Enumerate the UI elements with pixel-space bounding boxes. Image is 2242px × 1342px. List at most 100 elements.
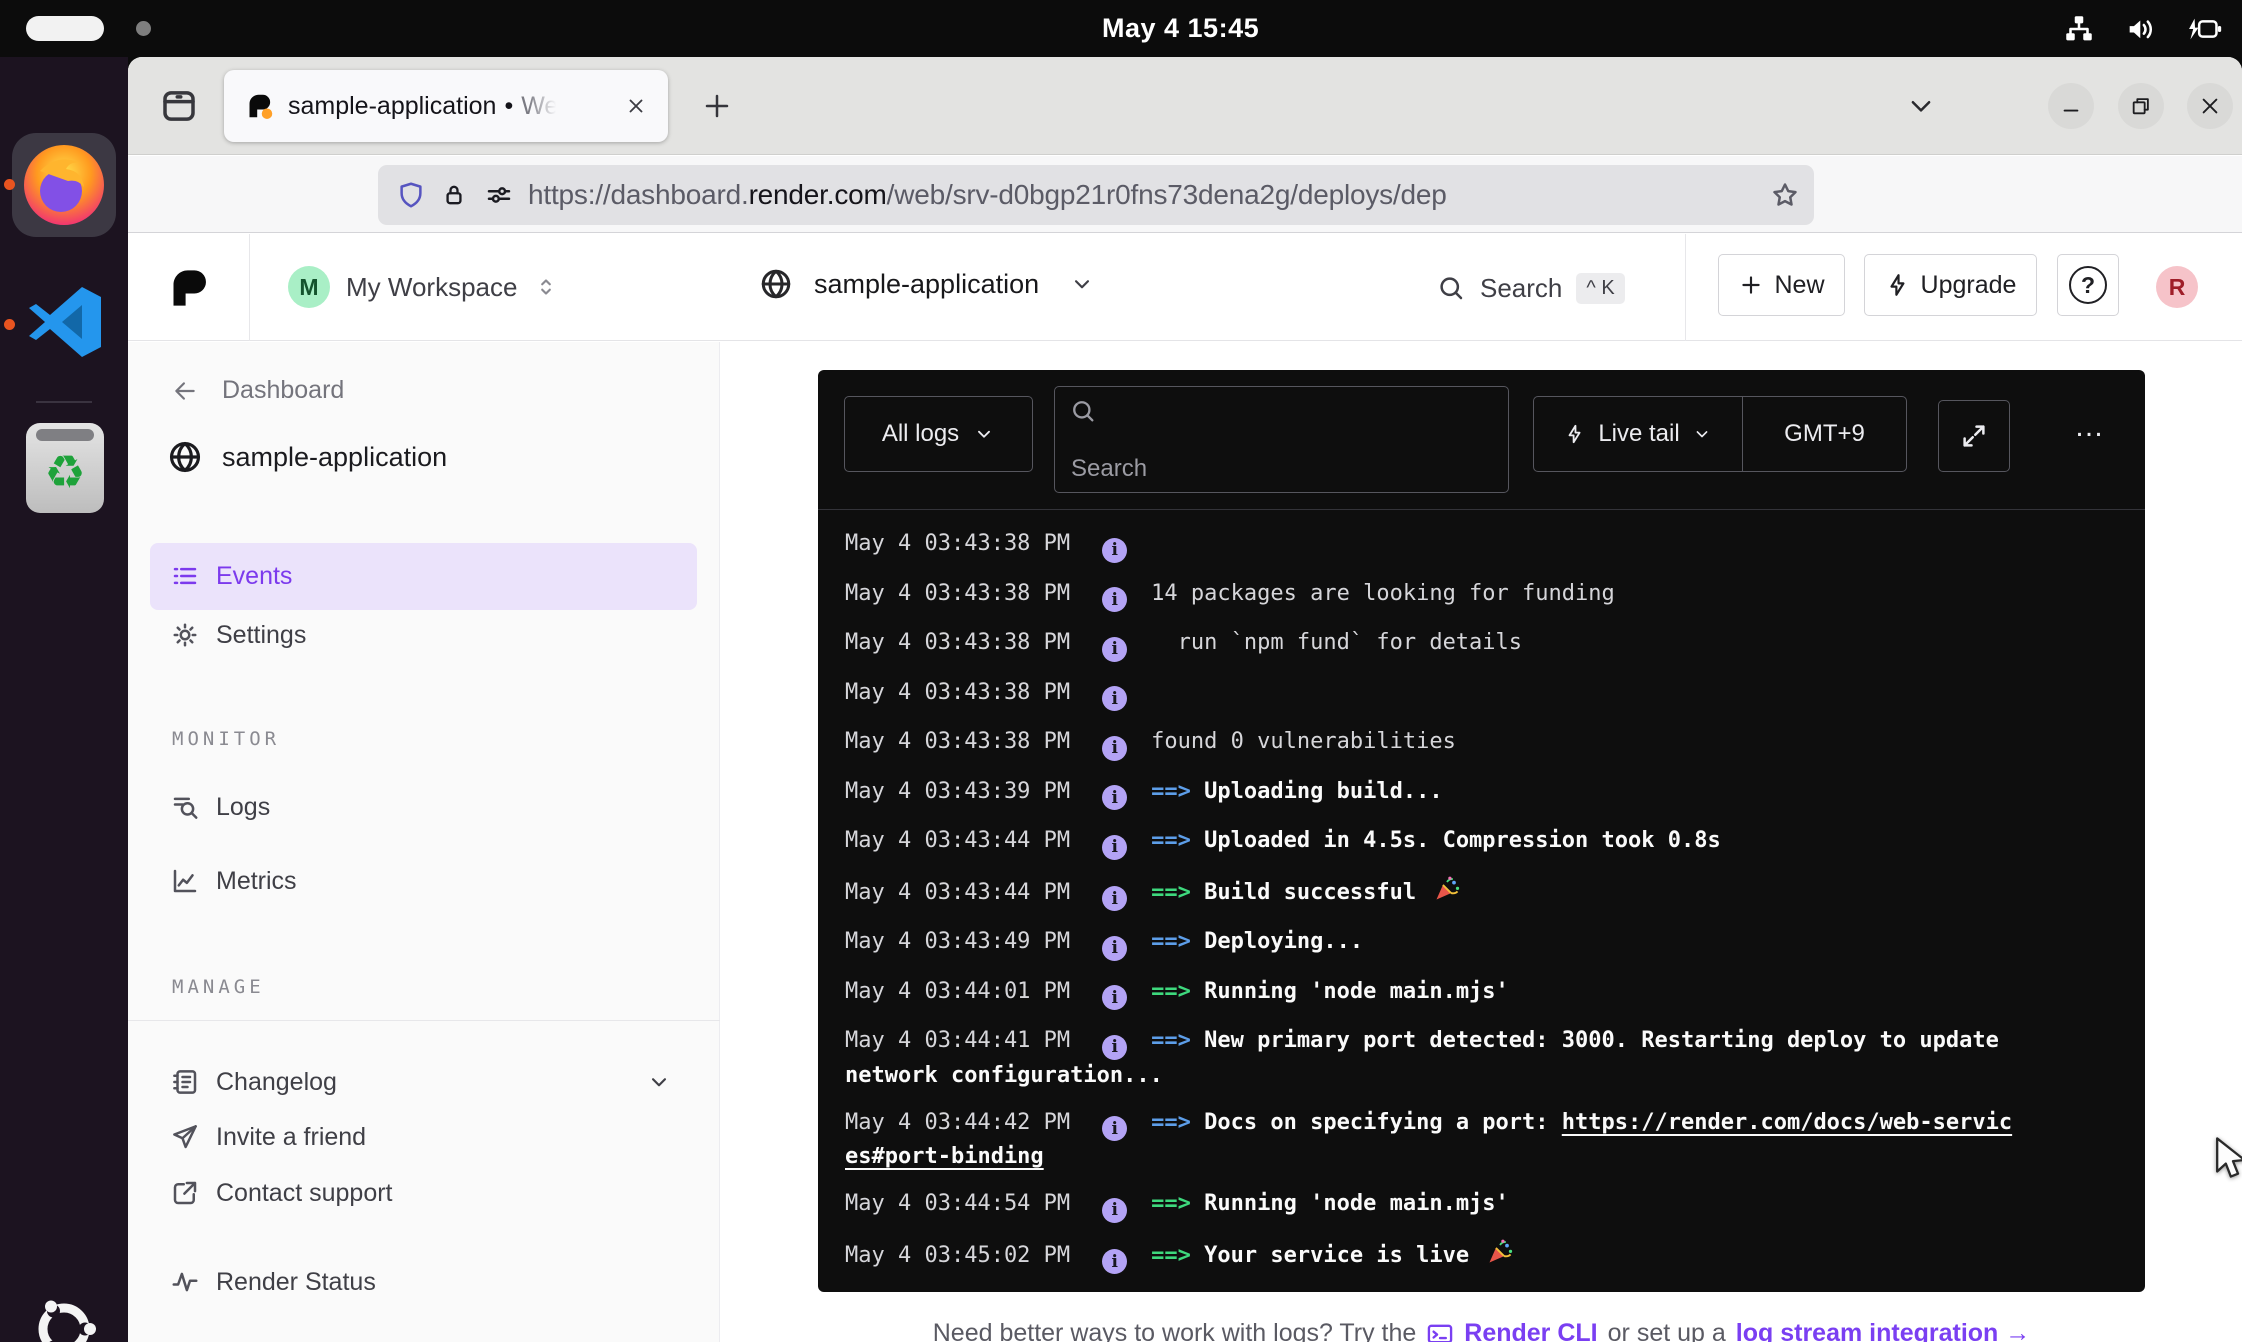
live-tail-dropdown[interactable]: Live tail (1534, 420, 1742, 448)
log-panel: All logs Live tail GMT (818, 370, 2145, 1292)
sidebar-item-events[interactable]: Events (150, 543, 697, 610)
log-line: May 4 03:45:02 PMi==> Your service is li… (845, 1238, 2118, 1275)
system-clock[interactable]: May 4 15:45 (1102, 13, 1259, 44)
search-icon (1069, 397, 1097, 425)
chevron-down-icon (1069, 271, 1095, 297)
minimize-button[interactable] (2048, 83, 2094, 129)
sidebar-item-metrics[interactable]: Metrics (128, 856, 720, 906)
chevron-down-icon[interactable] (646, 1069, 672, 1095)
info-icon[interactable]: i (1102, 985, 1127, 1010)
info-icon[interactable]: i (1102, 835, 1127, 860)
info-icon[interactable]: i (1102, 736, 1127, 761)
help-button[interactable]: ? (2057, 254, 2119, 316)
url-text: https://dashboard.render.com/web/srv-d0b… (528, 165, 1447, 225)
tab-favicon-render-logo (246, 92, 274, 125)
sidebar-item-changelog[interactable]: Changelog (128, 1057, 720, 1107)
info-icon[interactable]: i (1102, 538, 1127, 563)
log-stream-integration-link[interactable]: log stream integration → (1736, 1319, 2030, 1342)
sidebar-item-contact-support[interactable]: Contact support (128, 1168, 720, 1218)
log-line-continuation: es#port-binding (845, 1141, 2118, 1173)
log-timestamp: May 4 03:44:42 PM (845, 1110, 1070, 1135)
log-line: May 4 03:43:38 PMi14 packages are lookin… (845, 578, 2118, 613)
log-search-input[interactable] (1069, 454, 1489, 484)
info-icon[interactable]: i (1102, 587, 1127, 612)
sidebar-back-dashboard[interactable]: Dashboard (172, 376, 344, 405)
lock-icon[interactable] (440, 181, 468, 209)
log-line-continuation: network configuration... (845, 1060, 2118, 1092)
workspace-name: My Workspace (346, 272, 517, 303)
logs-search-icon (170, 792, 200, 822)
log-timestamp: May 4 03:43:38 PM (845, 581, 1070, 606)
permissions-icon[interactable] (484, 180, 514, 210)
info-icon[interactable]: i (1102, 637, 1127, 662)
info-icon[interactable]: i (1102, 886, 1127, 911)
cli-terminal-icon (1426, 1320, 1454, 1342)
breadcrumb-service-name: sample-application (814, 269, 1039, 300)
info-icon[interactable]: i (1102, 1035, 1127, 1060)
screen: May 4 15:45 (0, 0, 2242, 1342)
more-options-button[interactable]: … (2060, 410, 2120, 444)
party-popper-emoji (1433, 875, 1461, 903)
upgrade-button[interactable]: Upgrade (1864, 254, 2037, 316)
firefox-view-icon[interactable] (158, 85, 200, 127)
render-cli-link[interactable]: Render CLI (1464, 1319, 1597, 1342)
active-tab[interactable]: sample-application•We (224, 70, 668, 142)
log-timestamp: May 4 03:43:44 PM (845, 880, 1070, 905)
log-filter-dropdown[interactable]: All logs (844, 396, 1033, 472)
ubuntu-logo-icon[interactable] (30, 1295, 98, 1342)
header-divider-1 (249, 234, 250, 341)
unfold-icon (533, 274, 559, 300)
user-avatar[interactable]: R (2156, 266, 2198, 308)
render-logo[interactable] (168, 266, 212, 315)
sidebar-item-invite-a-friend[interactable]: Invite a friend (128, 1112, 720, 1162)
close-window-button[interactable] (2187, 83, 2233, 129)
info-icon[interactable]: i (1102, 936, 1127, 961)
log-line: May 4 03:43:38 PMi (845, 528, 2118, 563)
workspace-avatar: M (288, 266, 330, 308)
workspace-selector[interactable]: M My Workspace (288, 266, 559, 308)
log-search-box[interactable] (1054, 386, 1509, 493)
chevron-down-icon (1692, 424, 1712, 444)
bolt-icon (1564, 423, 1586, 445)
info-icon[interactable]: i (1102, 1116, 1127, 1141)
expand-logs-button[interactable] (1938, 400, 2010, 472)
workspace-indicator-dot[interactable] (136, 21, 151, 36)
restore-button[interactable] (2118, 83, 2164, 129)
tab-close-icon[interactable] (620, 90, 652, 122)
gear-icon (170, 620, 200, 650)
firefox-icon[interactable] (20, 141, 108, 234)
url-bar[interactable]: https://dashboard.render.com/web/srv-d0b… (378, 165, 1814, 225)
section-label-monitor: MONITOR (172, 728, 280, 750)
log-toolbar: All logs Live tail GMT (818, 370, 2145, 510)
shield-icon[interactable] (396, 180, 426, 210)
info-icon[interactable]: i (1102, 1249, 1127, 1274)
log-link[interactable]: https://render.com/docs/web-servic (1562, 1110, 2012, 1135)
service-breadcrumb[interactable]: sample-application (758, 266, 1095, 302)
vscode-icon[interactable] (24, 281, 106, 368)
tab-title: sample-application•We (288, 70, 558, 142)
sidebar-item-render-status[interactable]: Render Status (128, 1257, 720, 1307)
log-link[interactable]: es#port-binding (845, 1144, 1044, 1169)
bookmark-star-icon[interactable] (1770, 180, 1800, 210)
sidebar-item-settings[interactable]: Settings (128, 610, 720, 660)
new-tab-button[interactable] (694, 83, 740, 129)
info-icon[interactable]: i (1102, 686, 1127, 711)
global-search[interactable]: Search ^ K (1436, 262, 1625, 314)
timezone-button[interactable]: GMT+9 (1743, 420, 1906, 448)
workspace-indicator-pill[interactable] (26, 16, 104, 41)
log-line: May 4 03:43:39 PMi==> Uploading build... (845, 776, 2118, 811)
status-pulse-icon (170, 1267, 200, 1297)
list-all-tabs-icon[interactable] (1906, 91, 1936, 121)
sidebar-item-logs[interactable]: Logs (128, 782, 720, 832)
battery-icon[interactable] (2186, 12, 2222, 46)
section-label-manage: MANAGE (172, 976, 265, 998)
new-button[interactable]: New (1718, 254, 1845, 316)
dock-divider (36, 401, 92, 403)
volume-icon[interactable] (2124, 12, 2158, 46)
info-icon[interactable]: i (1102, 1198, 1127, 1223)
firefox-running-dot (4, 179, 15, 190)
network-icon[interactable] (2062, 12, 2096, 46)
live-tail-group: Live tail GMT+9 (1533, 396, 1907, 472)
info-icon[interactable]: i (1102, 785, 1127, 810)
log-timestamp: May 4 03:43:39 PM (845, 779, 1070, 804)
